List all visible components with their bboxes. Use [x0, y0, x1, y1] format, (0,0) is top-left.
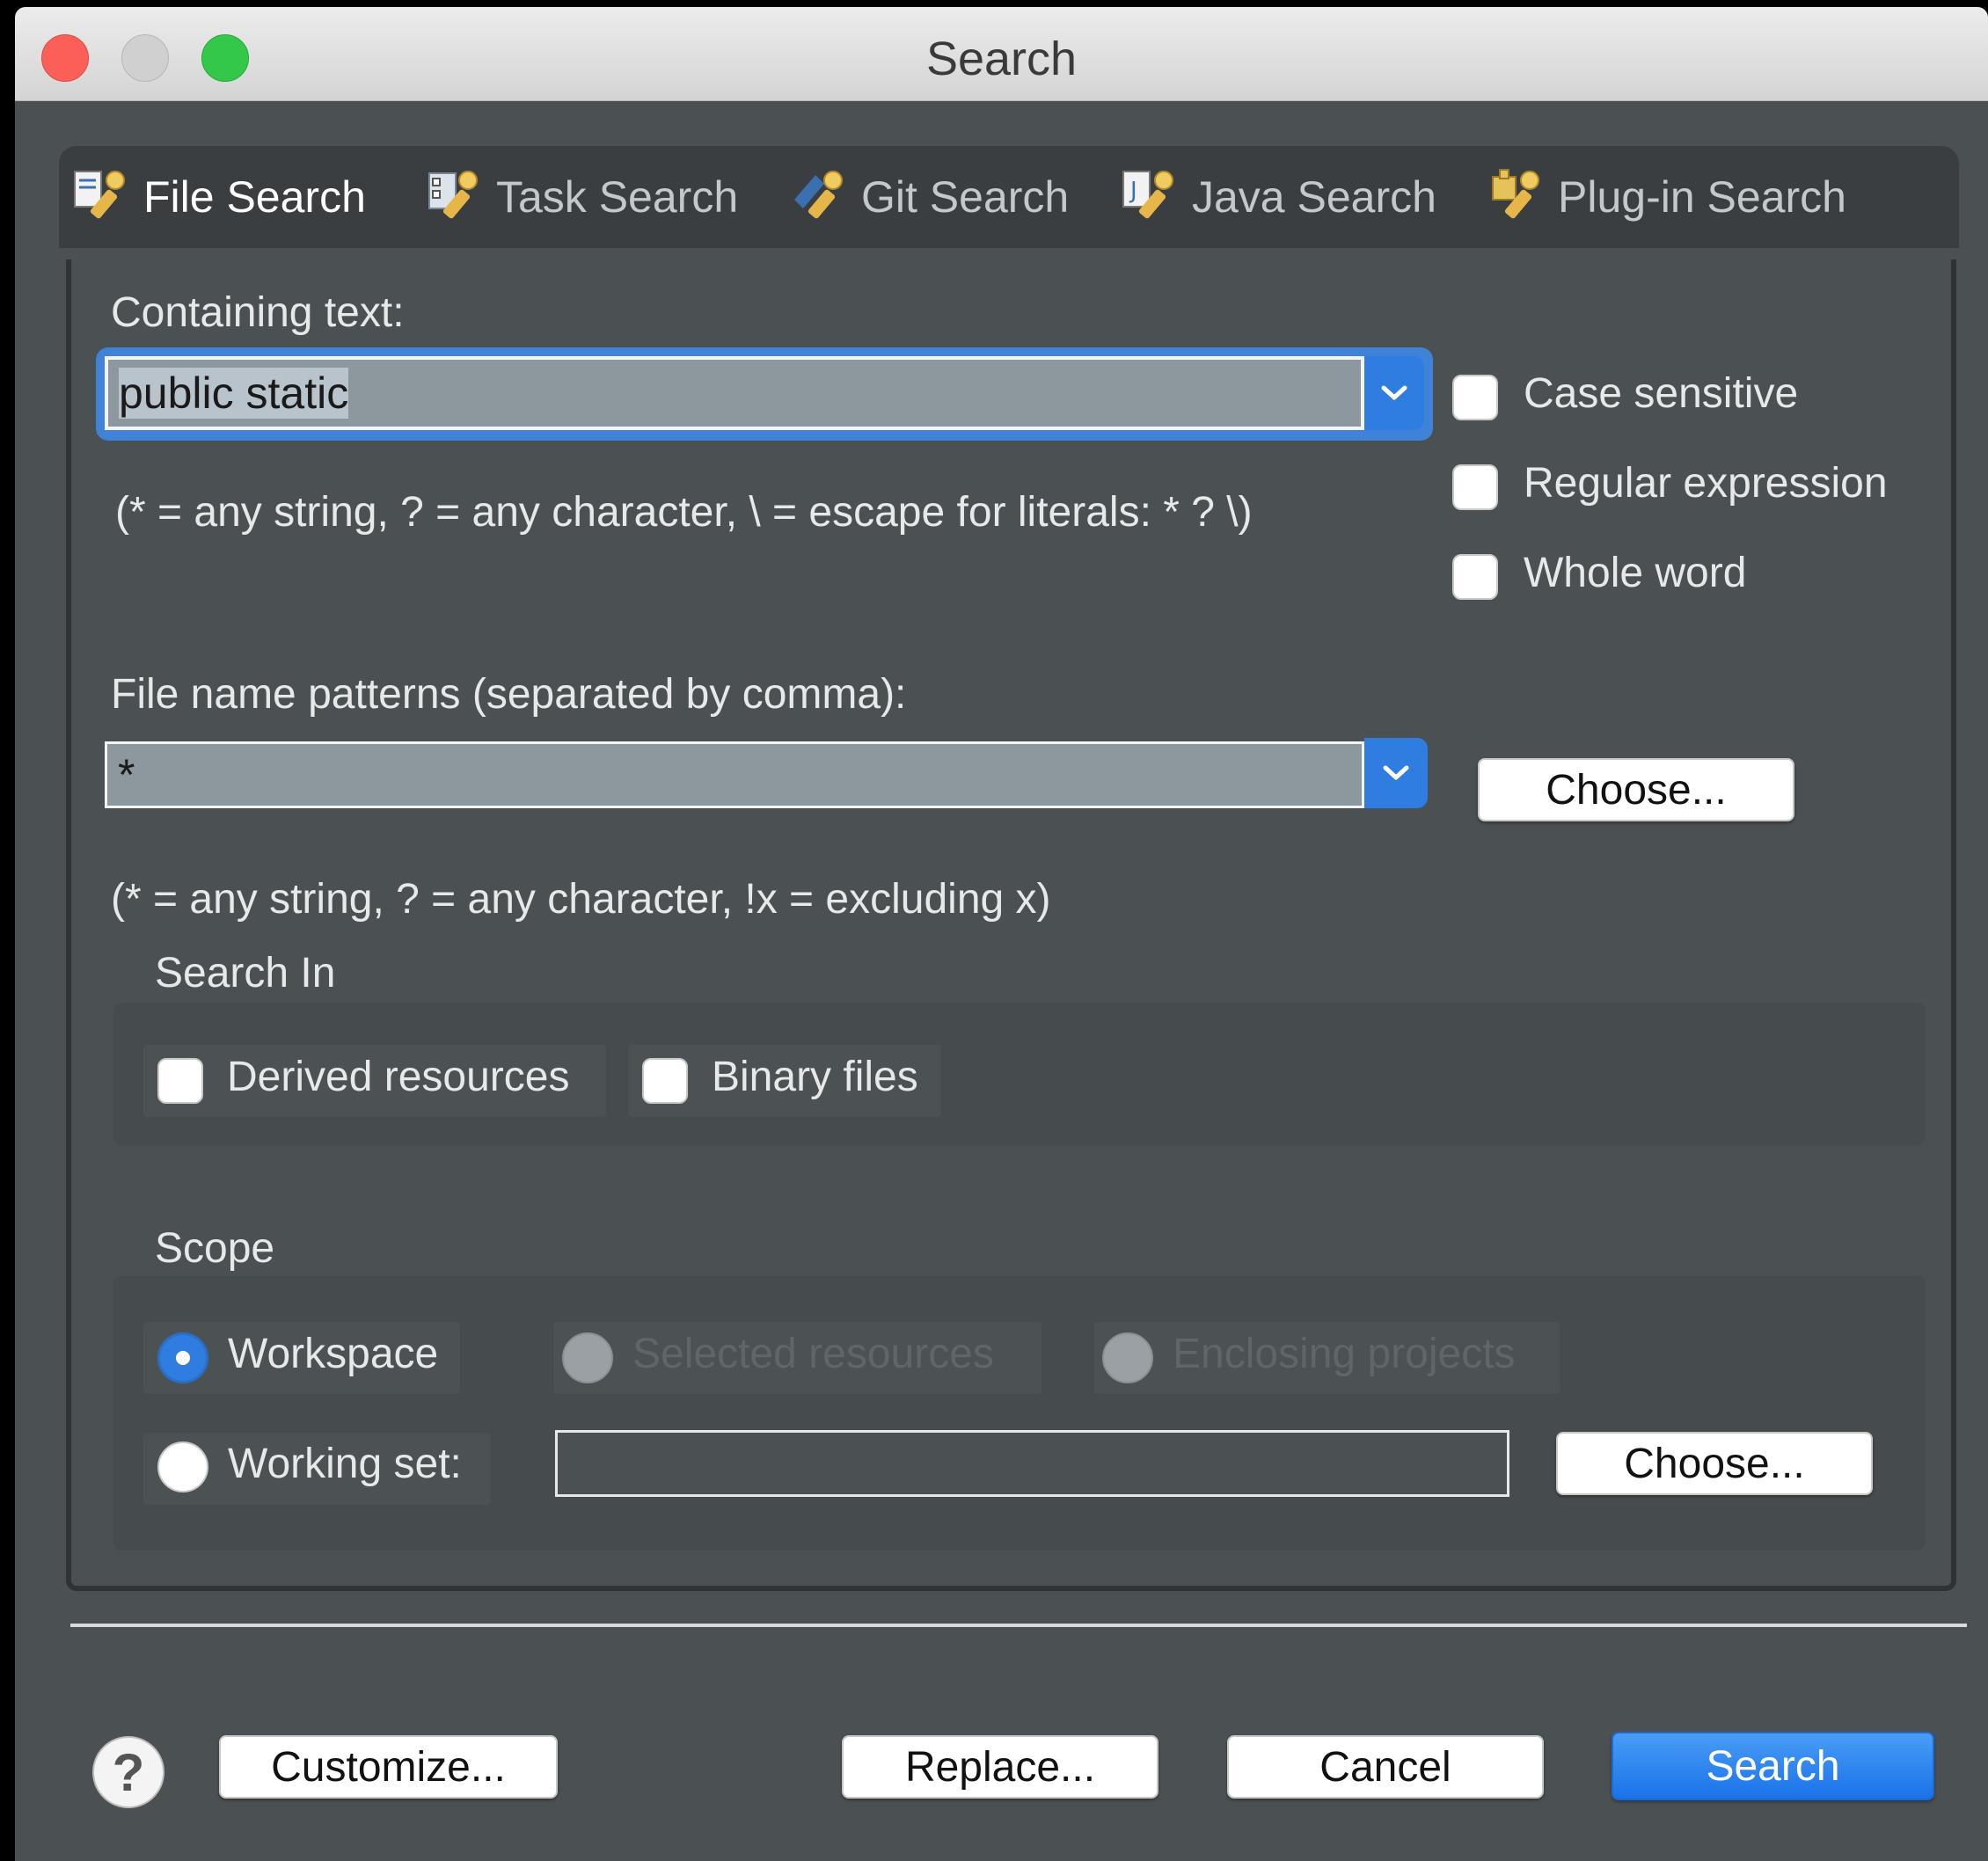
binary-files-label: Binary files — [712, 1054, 918, 1100]
containing-text-dropdown-button[interactable] — [1364, 356, 1424, 430]
file-patterns-input[interactable]: * — [105, 741, 1364, 808]
window-title: Search — [925, 33, 1078, 85]
working-set-radio[interactable] — [157, 1441, 208, 1492]
case-sensitive-label: Case sensitive — [1524, 370, 1799, 417]
selected-resources-radio — [562, 1332, 613, 1383]
working-set-label: Working set: — [228, 1441, 462, 1487]
tab-label: Java Search — [1192, 172, 1436, 222]
svg-text:J: J — [1129, 178, 1137, 204]
tab-label: Plug-in Search — [1558, 172, 1846, 222]
regular-expression-label: Regular expression — [1524, 460, 1888, 507]
replace-button[interactable]: Replace... — [842, 1735, 1158, 1799]
scope-title: Scope — [155, 1225, 275, 1272]
containing-text-focus-ring: public static — [96, 347, 1433, 441]
file-search-panel: Containing text: public static (* = any … — [66, 259, 1956, 1591]
containing-text-label: Containing text: — [111, 289, 405, 336]
title-bar: Search — [15, 7, 1988, 101]
tab-plugin-search[interactable]: Plug-in Search — [1486, 146, 1846, 248]
file-patterns-hint: (* = any string, ? = any character, !x =… — [111, 876, 1051, 923]
whole-word-label: Whole word — [1524, 550, 1747, 596]
file-patterns-label: File name patterns (separated by comma): — [111, 671, 907, 718]
java-search-icon: J — [1122, 171, 1173, 219]
containing-text-value: public static — [119, 368, 349, 419]
selected-resources-label: Selected resources — [632, 1331, 994, 1377]
whole-word-checkbox[interactable] — [1452, 554, 1498, 600]
tab-java-search[interactable]: J Java Search — [1120, 146, 1436, 248]
working-set-input[interactable] — [555, 1430, 1509, 1497]
enclosing-projects-radio — [1102, 1332, 1153, 1383]
chevron-down-icon — [1383, 765, 1409, 780]
cancel-button[interactable]: Cancel — [1227, 1735, 1544, 1799]
derived-resources-label: Derived resources — [227, 1054, 570, 1100]
footer-separator — [70, 1624, 1967, 1627]
scope-group: Workspace Selected resources Enclosing p… — [113, 1276, 1926, 1551]
git-search-icon — [794, 171, 843, 219]
search-in-group: Derived resources Binary files — [113, 1003, 1926, 1145]
search-in-title: Search In — [155, 950, 336, 996]
binary-files-checkbox[interactable] — [642, 1058, 688, 1104]
task-search-icon — [428, 171, 478, 219]
tab-task-search[interactable]: Task Search — [424, 146, 738, 248]
derived-resources-checkbox[interactable] — [157, 1058, 203, 1104]
case-sensitive-checkbox[interactable] — [1452, 375, 1498, 420]
enclosing-projects-label: Enclosing projects — [1173, 1331, 1516, 1377]
containing-text-hint: (* = any string, ? = any character, \ = … — [115, 489, 1253, 536]
tab-label: File Search — [143, 172, 366, 222]
chevron-down-icon — [1381, 385, 1407, 400]
file-patterns-choose-button[interactable]: Choose... — [1478, 758, 1794, 821]
file-patterns-combo: * — [105, 738, 1429, 808]
tab-git-search[interactable]: Git Search — [789, 146, 1069, 248]
working-set-choose-button[interactable]: Choose... — [1556, 1432, 1873, 1495]
regular-expression-checkbox[interactable] — [1452, 464, 1498, 510]
search-dialog: Search File Search Task Search Git Searc… — [15, 7, 1988, 1861]
file-search-icon — [74, 171, 125, 219]
customize-button[interactable]: Customize... — [219, 1735, 558, 1799]
tab-file-search[interactable]: File Search — [59, 146, 423, 248]
help-icon[interactable]: ? — [92, 1736, 164, 1808]
file-patterns-value: * — [118, 750, 135, 799]
search-tab-bar: File Search Task Search Git Search J Jav… — [59, 146, 1959, 248]
search-button[interactable]: Search — [1612, 1732, 1934, 1800]
tab-label: Git Search — [861, 172, 1070, 222]
tab-label: Task Search — [496, 172, 739, 222]
plugin-search-icon — [1492, 169, 1539, 219]
file-patterns-dropdown-button[interactable] — [1364, 738, 1428, 808]
workspace-radio[interactable] — [157, 1332, 208, 1383]
containing-text-input[interactable]: public static — [105, 356, 1364, 430]
workspace-label: Workspace — [228, 1331, 439, 1377]
